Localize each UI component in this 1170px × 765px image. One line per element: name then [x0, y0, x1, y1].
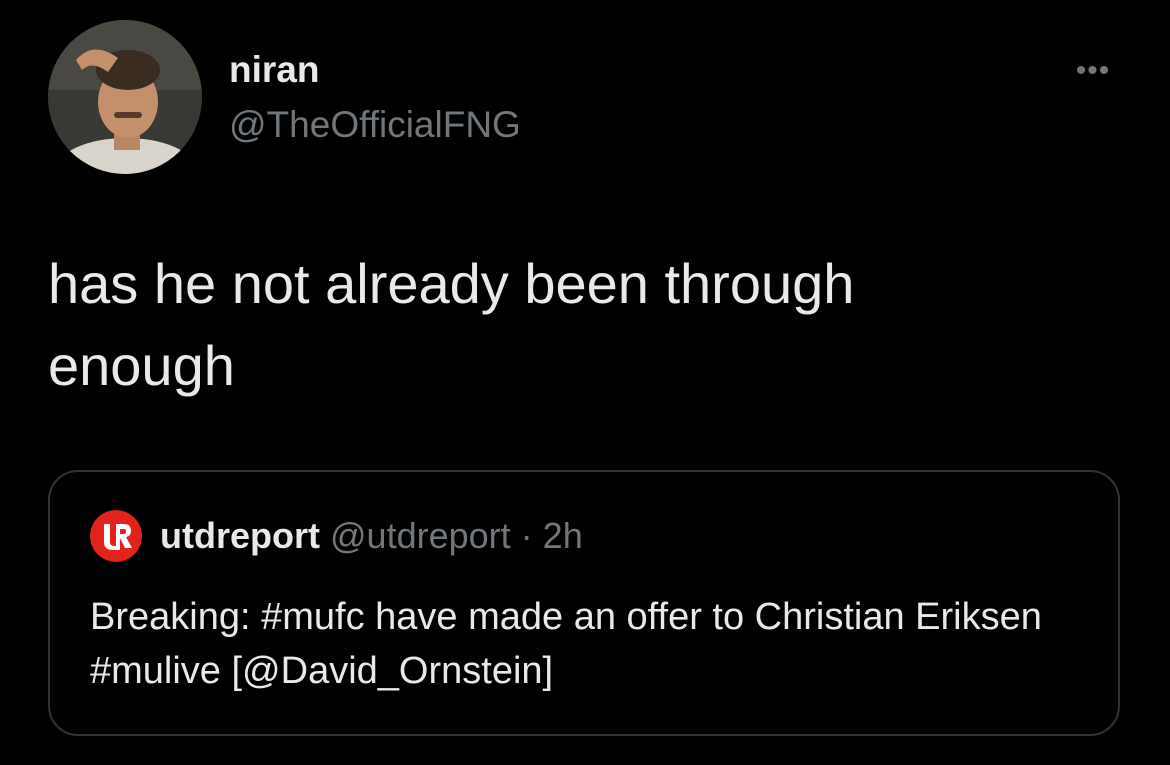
quoted-tweet-text: Breaking: #mufc have made an offer to Ch…: [90, 596, 1042, 692]
utdreport-logo-icon[interactable]: [90, 510, 142, 562]
author-display-name[interactable]: niran: [229, 48, 319, 92]
tweet: niran @TheOfficialFNG ••• has he not alr…: [0, 0, 1170, 765]
author-handle[interactable]: @TheOfficialFNG: [229, 103, 521, 147]
quoted-author-handle[interactable]: @utdreport: [330, 515, 511, 556]
header-separator: ·: [511, 515, 543, 556]
quoted-tweet-time[interactable]: 2h: [543, 515, 583, 556]
tweet-text: has he not already been through enough: [48, 252, 855, 397]
quoted-author-display-name[interactable]: utdreport: [160, 515, 320, 556]
more-options-icon[interactable]: •••: [1068, 56, 1118, 86]
quoted-tweet-header: utdreport @utdreport · 2h: [160, 514, 583, 558]
quoted-tweet[interactable]: utdreport @utdreport · 2h Breaking: #muf…: [48, 470, 1120, 736]
avatar[interactable]: [48, 20, 202, 174]
separator-dot: ·: [520, 515, 533, 556]
